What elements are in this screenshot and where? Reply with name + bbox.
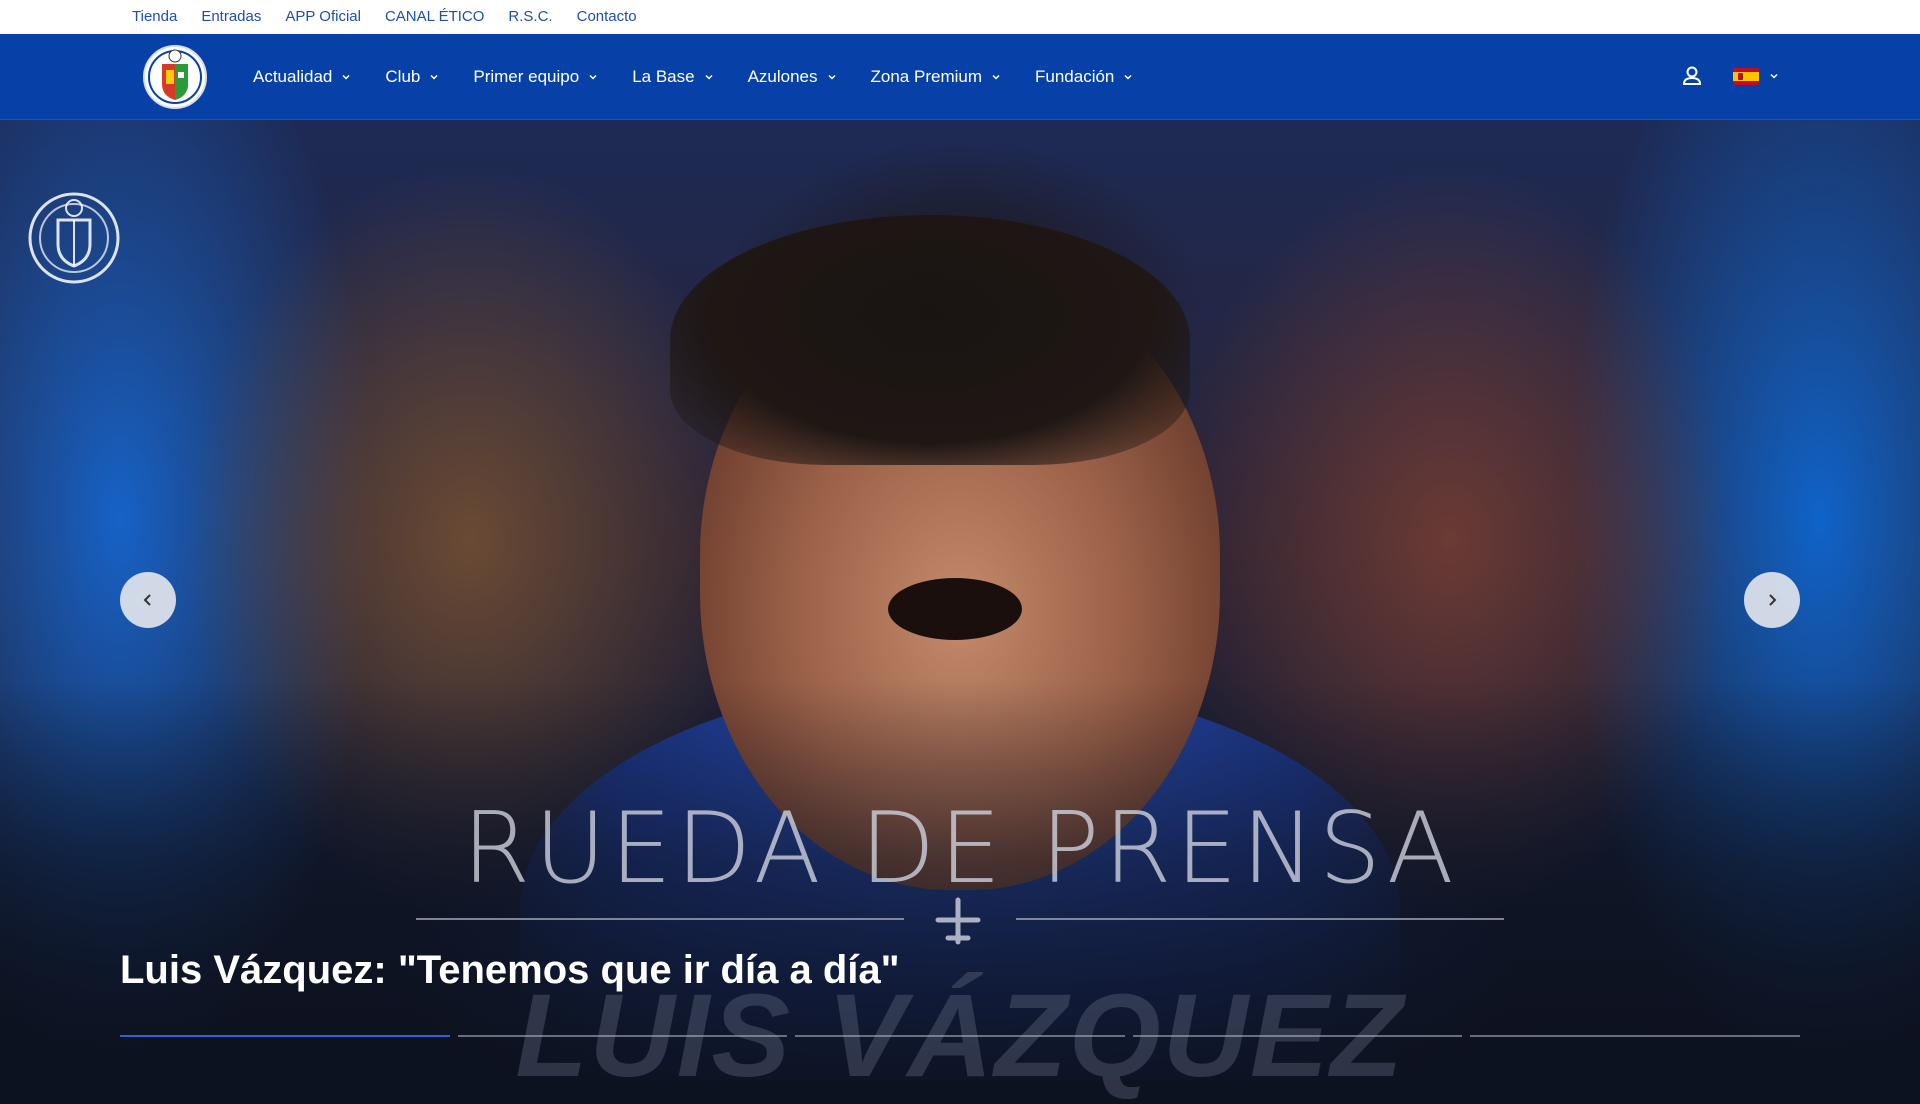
nav-item-actualidad[interactable]: Actualidad bbox=[236, 34, 368, 120]
slide-indicator[interactable] bbox=[120, 1035, 450, 1037]
nav-item-azulones[interactable]: Azulones bbox=[731, 34, 854, 120]
user-icon bbox=[1682, 66, 1702, 85]
nav-item-label: Club bbox=[385, 67, 421, 86]
utility-link-tienda[interactable]: Tienda bbox=[132, 0, 177, 34]
utility-link-entradas[interactable]: Entradas bbox=[201, 0, 261, 34]
user-account-button[interactable] bbox=[1678, 62, 1706, 90]
nav-item-primer-equipo[interactable]: Primer equipo bbox=[456, 34, 615, 120]
nav-item-label: Fundación bbox=[1035, 67, 1115, 86]
club-logo[interactable] bbox=[142, 44, 208, 110]
slider-next-button[interactable] bbox=[1744, 572, 1800, 628]
chevron-down-icon bbox=[1770, 73, 1778, 79]
nav-item-label: Azulones bbox=[747, 67, 818, 86]
spain-flag-icon bbox=[1733, 67, 1759, 85]
club-crest-watermark-icon bbox=[28, 192, 120, 284]
chevron-down-icon bbox=[827, 74, 836, 80]
chevron-down-icon bbox=[589, 74, 597, 80]
chevron-down-icon bbox=[705, 74, 713, 80]
overlay-divider-left bbox=[416, 918, 904, 920]
nav-item-label: Zona Premium bbox=[870, 67, 982, 86]
nav-item-label: Primer equipo bbox=[473, 67, 580, 86]
chevron-left-icon bbox=[143, 594, 151, 606]
airplane-icon bbox=[935, 897, 981, 945]
nav-item-la-base[interactable]: La Base bbox=[615, 34, 730, 120]
language-selector[interactable] bbox=[1733, 64, 1783, 88]
slider-progress bbox=[120, 1035, 1800, 1038]
nav-item-label: La Base bbox=[632, 67, 695, 86]
slide-indicator[interactable] bbox=[1132, 1035, 1463, 1037]
utility-link-rsc[interactable]: R.S.C. bbox=[508, 0, 552, 34]
slide-indicator[interactable] bbox=[1470, 1035, 1800, 1037]
utility-link-canal-etico[interactable]: CANAL ÉTICO bbox=[385, 0, 484, 34]
chevron-down-icon bbox=[342, 74, 350, 80]
nav-item-label: Actualidad bbox=[253, 67, 333, 86]
utility-bar: Tienda Entradas APP Oficial CANAL ÉTICO … bbox=[0, 0, 1920, 34]
utility-link-app-oficial[interactable]: APP Oficial bbox=[285, 0, 361, 34]
chevron-down-icon bbox=[1124, 74, 1132, 80]
nav-item-zona-premium[interactable]: Zona Premium bbox=[854, 34, 1018, 120]
slider-prev-button[interactable] bbox=[120, 572, 176, 628]
overlay-divider-right bbox=[1016, 918, 1504, 920]
chevron-down-icon bbox=[430, 74, 438, 80]
chevron-right-icon bbox=[1769, 594, 1777, 606]
main-navigation: Actualidad Club Primer equipo La Base Az… bbox=[0, 34, 1920, 120]
utility-links: Tienda Entradas APP Oficial CANAL ÉTICO … bbox=[132, 0, 661, 34]
slide-headline[interactable]: Luis Vázquez: "Tenemos que ir día a día" bbox=[120, 948, 900, 993]
slide-indicator[interactable] bbox=[795, 1035, 1125, 1037]
press-conference-overlay-title: RUEDA DE PRENSA bbox=[462, 792, 1458, 906]
utility-link-contacto[interactable]: Contacto bbox=[577, 0, 637, 34]
chevron-down-icon bbox=[992, 74, 1000, 80]
slide-indicator[interactable] bbox=[457, 1035, 788, 1037]
player-hair bbox=[670, 215, 1190, 465]
nav-item-fundacion[interactable]: Fundación bbox=[1018, 34, 1150, 120]
main-menu: Actualidad Club Primer equipo La Base Az… bbox=[236, 34, 1150, 120]
nav-item-club[interactable]: Club bbox=[368, 34, 456, 120]
player-mouth bbox=[888, 578, 1022, 640]
